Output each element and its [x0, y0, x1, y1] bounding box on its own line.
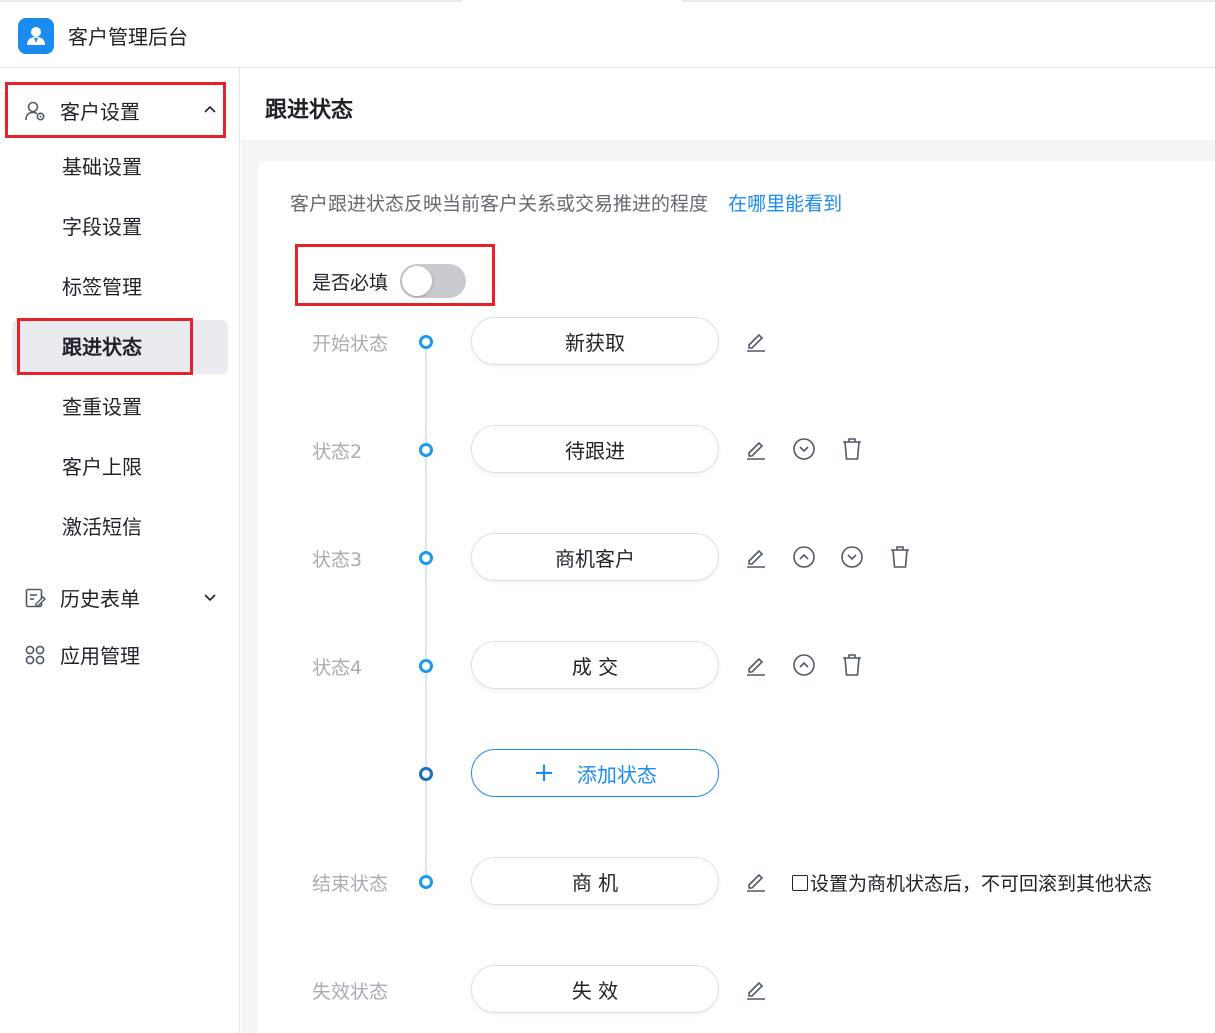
settings-card: 客户跟进状态反映当前客户关系或交易推进的程度 在哪里能看到 是否必填 开始状态 …	[258, 161, 1215, 1033]
move-up-icon[interactable]	[792, 545, 816, 569]
app-logo-icon	[18, 18, 54, 54]
top-border-gap	[462, 0, 682, 2]
state-row-4: 状态4 成 交	[258, 641, 1215, 689]
description-text: 客户跟进状态反映当前客户关系或交易推进的程度	[290, 193, 709, 215]
app-title: 客户管理后台	[68, 25, 188, 49]
sidebar-item-label: 激活短信	[62, 515, 142, 539]
timeline-dot	[419, 767, 433, 781]
state-name: 开始状态	[312, 333, 389, 355]
sidebar-item-activation-sms[interactable]: 激活短信	[12, 500, 228, 554]
sidebar-item-field-settings[interactable]: 字段设置	[12, 200, 228, 254]
edit-icon[interactable]	[744, 545, 768, 569]
highlight-box-follow-up-status	[17, 318, 193, 375]
state-value: 失 效	[471, 965, 719, 1013]
plus-icon: +	[533, 758, 555, 788]
state-name: 结束状态	[312, 873, 389, 895]
help-link[interactable]: 在哪里能看到	[728, 193, 842, 215]
sidebar-item-label: 基础设置	[62, 155, 142, 179]
move-up-icon[interactable]	[792, 653, 816, 677]
sidebar-group-app-management-label: 应用管理	[60, 643, 140, 668]
state-value: 成 交	[471, 641, 719, 689]
add-state-button[interactable]: + 添加状态	[471, 749, 719, 797]
chevron-down-icon	[204, 594, 216, 602]
state-value: 商 机	[471, 857, 719, 905]
timeline-dot	[419, 551, 433, 565]
state-row-2: 状态2 待跟进	[258, 425, 1215, 473]
state-name: 状态2	[312, 441, 363, 463]
apps-grid-icon	[25, 645, 45, 665]
edit-icon[interactable]	[744, 869, 768, 893]
state-name: 状态4	[312, 657, 363, 679]
delete-icon[interactable]	[840, 437, 864, 461]
delete-icon[interactable]	[888, 545, 912, 569]
form-edit-icon	[25, 588, 46, 608]
state-value: 新获取	[471, 317, 719, 365]
sidebar-group-history-forms-label: 历史表单	[60, 586, 140, 611]
sidebar-item-tag-management[interactable]: 标签管理	[12, 260, 228, 314]
timeline-dot	[419, 443, 433, 457]
highlight-box-customer-settings	[5, 82, 226, 138]
delete-icon[interactable]	[840, 653, 864, 677]
add-state-label: 添加状态	[576, 762, 657, 787]
timeline-dot	[419, 659, 433, 673]
sidebar-item-label: 字段设置	[62, 215, 142, 239]
highlight-box-required	[295, 244, 495, 306]
sidebar-group-history-forms[interactable]: 历史表单	[8, 571, 224, 623]
sidebar-item-label: 标签管理	[62, 275, 142, 299]
edit-icon[interactable]	[744, 329, 768, 353]
sidebar-item-label: 查重设置	[62, 395, 142, 419]
timeline-dot	[419, 875, 433, 889]
sidebar: 客户设置 基础设置 字段设置 标签管理 跟进状态 查重设置 客户上限 激活短信 …	[0, 68, 240, 1033]
sidebar-group-app-management[interactable]: 应用管理	[8, 628, 224, 680]
sidebar-item-duplicate-check[interactable]: 查重设置	[12, 380, 228, 434]
add-state-row: + 添加状态	[258, 749, 1215, 797]
no-rollback-checkbox[interactable]	[792, 874, 808, 891]
state-name: 失效状态	[312, 981, 389, 1003]
edit-icon[interactable]	[744, 653, 768, 677]
top-bar: 客户管理后台	[0, 0, 1215, 68]
page-header: 跟进状态	[241, 68, 1215, 140]
page-title: 跟进状态	[265, 98, 354, 123]
state-value: 商机客户	[471, 533, 719, 581]
timeline-dot	[419, 335, 433, 349]
move-down-icon[interactable]	[840, 545, 864, 569]
sidebar-item-label: 客户上限	[62, 455, 142, 479]
state-name: 状态3	[312, 549, 363, 571]
state-row-start: 开始状态 新获取	[258, 317, 1215, 365]
state-row-end: 结束状态 商 机 设置为商机状态后，不可回滚到其他状态	[258, 857, 1215, 905]
sidebar-item-basic-settings[interactable]: 基础设置	[12, 140, 228, 194]
state-value: 待跟进	[471, 425, 719, 473]
state-row-invalid: 失效状态 失 效	[258, 965, 1215, 1013]
edit-icon[interactable]	[744, 977, 768, 1001]
no-rollback-label: 设置为商机状态后，不可回滚到其他状态	[810, 873, 1153, 895]
edit-icon[interactable]	[744, 437, 768, 461]
state-row-3: 状态3 商机客户	[258, 533, 1215, 581]
move-down-icon[interactable]	[792, 437, 816, 461]
sidebar-item-customer-limit[interactable]: 客户上限	[12, 440, 228, 494]
no-rollback-option[interactable]: 设置为商机状态后，不可回滚到其他状态	[792, 869, 1152, 896]
main-content: 跟进状态 客户跟进状态反映当前客户关系或交易推进的程度 在哪里能看到 是否必填 …	[241, 68, 1215, 1033]
page-description: 客户跟进状态反映当前客户关系或交易推进的程度 在哪里能看到	[290, 189, 842, 216]
